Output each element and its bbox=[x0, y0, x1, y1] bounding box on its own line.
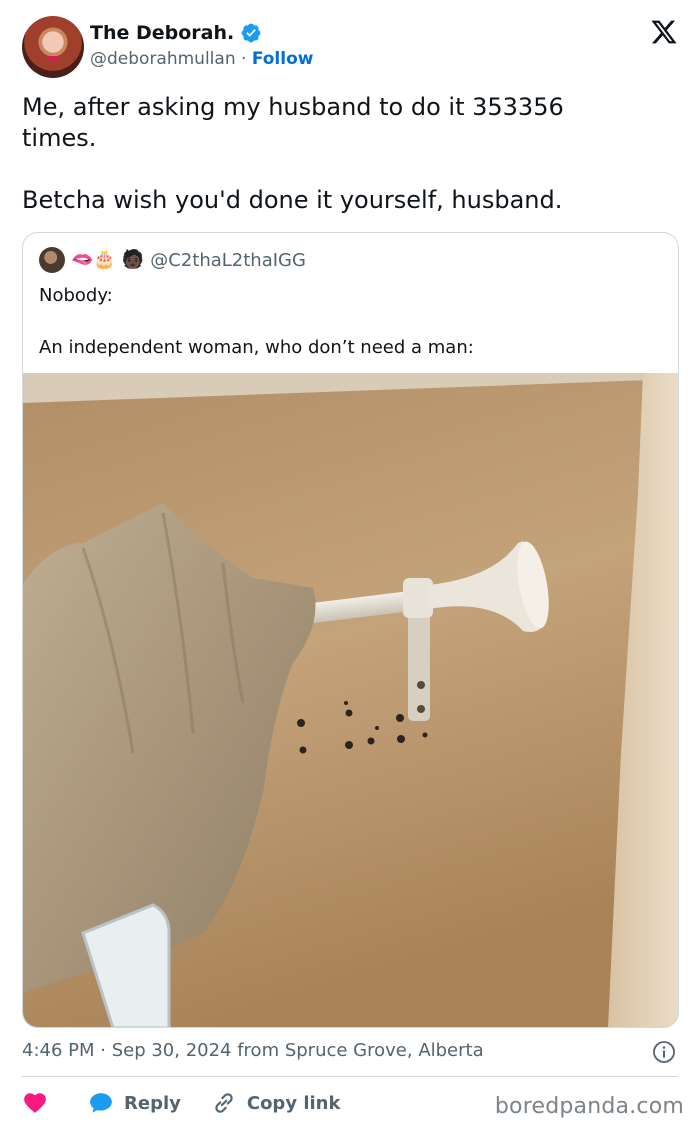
quote-name-emojis: 🫦🎂 bbox=[71, 249, 116, 270]
separator: · bbox=[241, 49, 247, 69]
divider bbox=[22, 1076, 678, 1077]
like-button[interactable] bbox=[22, 1090, 48, 1116]
quote-header: 🫦🎂 🧑🏿 @C2thaL2thaIGG bbox=[39, 247, 306, 273]
follow-button[interactable]: Follow bbox=[252, 49, 314, 69]
info-icon[interactable] bbox=[652, 1040, 676, 1064]
link-icon bbox=[215, 1093, 233, 1113]
quote-text: Nobody: An independent woman, who don’t … bbox=[39, 285, 474, 358]
heart-icon bbox=[24, 1093, 46, 1113]
tweet-text: Me, after asking my husband to do it 353… bbox=[22, 93, 564, 214]
copy-link-button[interactable]: Copy link bbox=[211, 1090, 341, 1116]
quote-handle: @C2thaL2thaIGG bbox=[150, 249, 306, 271]
quote-name-emoji-person: 🧑🏿 bbox=[121, 249, 145, 270]
quote-avatar bbox=[39, 247, 65, 273]
bracket bbox=[408, 611, 430, 721]
timestamp-row: 4:46 PM · Sep 30, 2024 from Spruce Grove… bbox=[22, 1040, 678, 1064]
handle-row: @deborahmullan · Follow bbox=[90, 49, 313, 69]
tweet-header: The Deborah. @deborahmullan · Follow bbox=[22, 16, 682, 78]
quote-photo[interactable] bbox=[23, 373, 678, 1028]
reply-label: Reply bbox=[124, 1092, 181, 1114]
timestamp[interactable]: 4:46 PM · Sep 30, 2024 from Spruce Grove… bbox=[22, 1040, 484, 1061]
name-row: The Deborah. bbox=[90, 22, 262, 44]
copy-link-label: Copy link bbox=[246, 1092, 341, 1114]
reply-bubble-icon bbox=[90, 1093, 112, 1113]
quoted-tweet[interactable]: 🫦🎂 🧑🏿 @C2thaL2thaIGG Nobody: An independ… bbox=[22, 232, 679, 1028]
watermark: boredpanda.com bbox=[494, 1094, 684, 1119]
author-handle[interactable]: @deborahmullan bbox=[90, 49, 236, 69]
reply-button[interactable]: Reply bbox=[88, 1090, 181, 1116]
x-logo-icon[interactable] bbox=[650, 18, 678, 46]
verified-badge-icon bbox=[241, 23, 261, 43]
author-display-name[interactable]: The Deborah. bbox=[90, 22, 234, 44]
author-avatar[interactable] bbox=[22, 16, 84, 78]
